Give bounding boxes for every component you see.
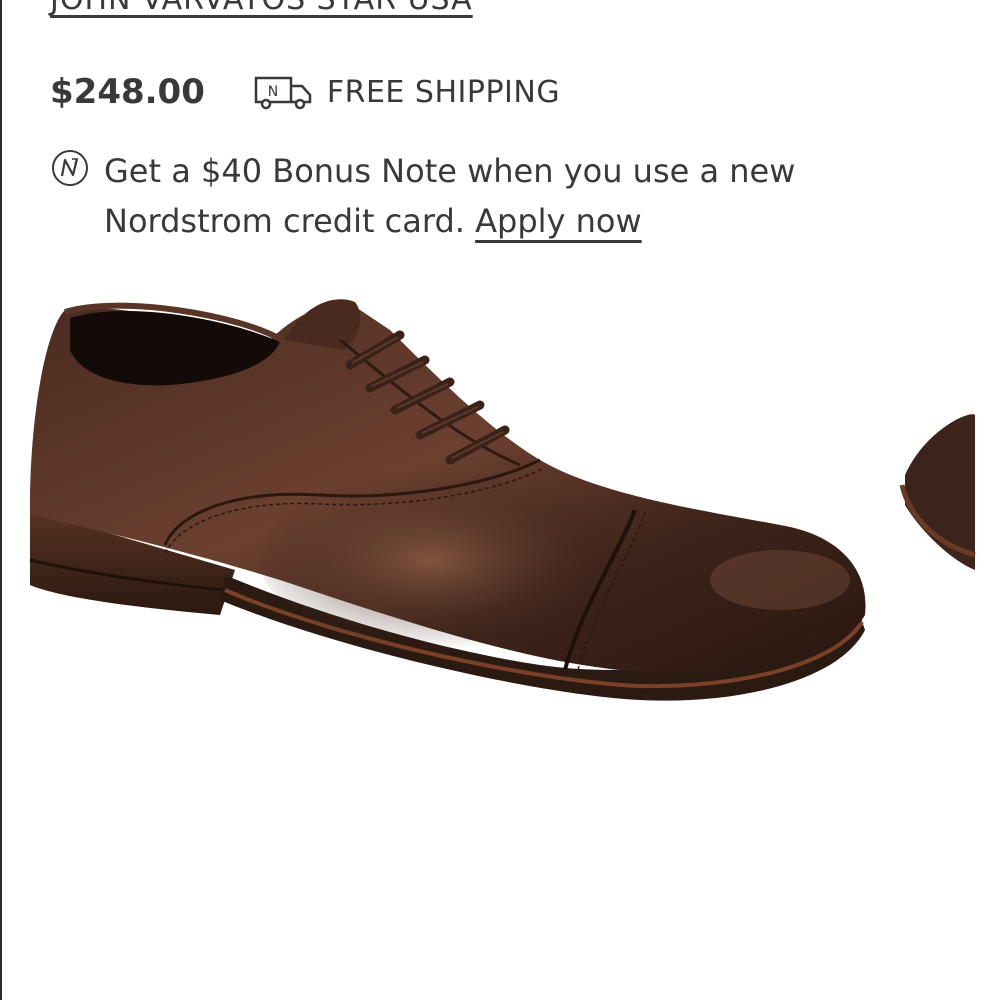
free-shipping-label: FREE SHIPPING xyxy=(326,74,561,110)
nordstrom-note-icon xyxy=(52,150,88,186)
brand-link[interactable]: JOHN VARVATOS STAR USA xyxy=(50,0,473,17)
svg-text:N: N xyxy=(268,84,278,100)
bonus-note-text: Get a $40 Bonus Note when you use a new … xyxy=(104,146,830,246)
bonus-note-message: Get a $40 Bonus Note when you use a new … xyxy=(104,152,796,240)
product-image[interactable] xyxy=(20,270,980,750)
truck-icon: N xyxy=(254,76,312,110)
product-price: $248.00 xyxy=(50,72,205,112)
bonus-note-promo: Get a $40 Bonus Note when you use a new … xyxy=(50,146,830,246)
second-shoe-edge xyxy=(899,414,976,570)
apply-now-link[interactable]: Apply now xyxy=(475,202,642,240)
left-border xyxy=(0,0,2,1000)
price-row: $248.00 N FREE SHIPPING xyxy=(50,70,560,114)
